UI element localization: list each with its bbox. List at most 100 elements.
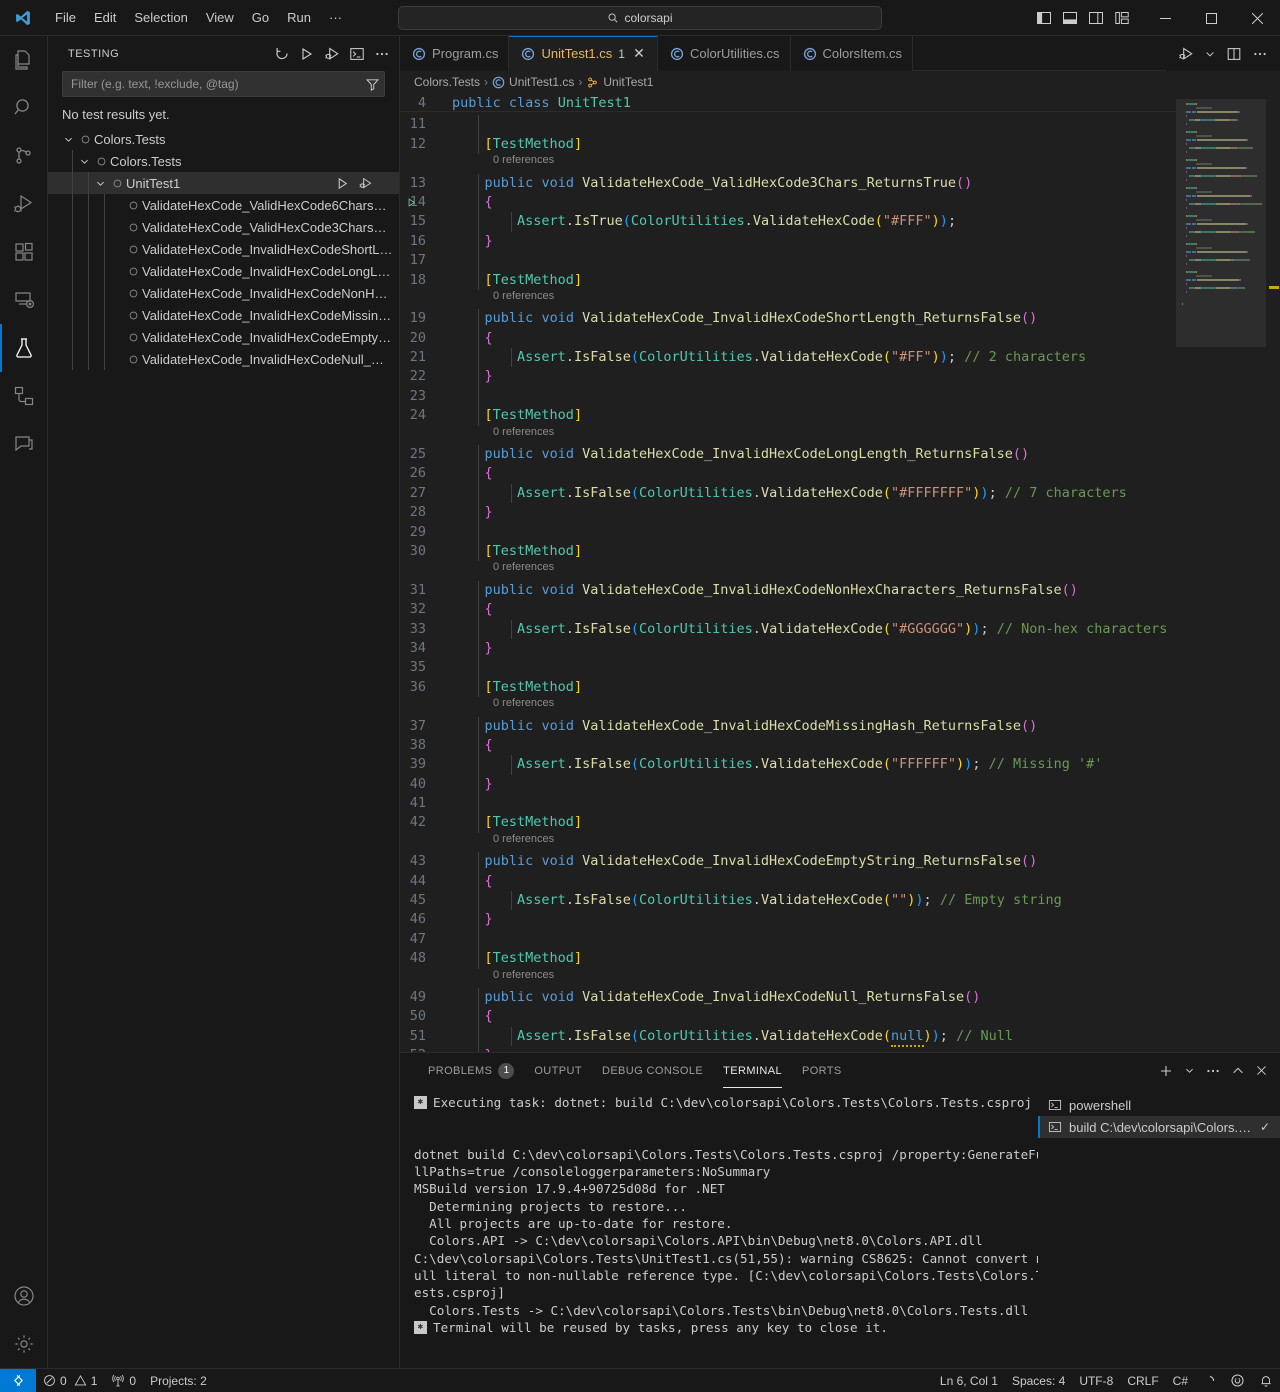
code-line[interactable]: 34 } bbox=[400, 638, 1176, 659]
code-line[interactable]: 47 bbox=[400, 929, 1176, 950]
window-close-button[interactable] bbox=[1234, 0, 1280, 36]
code-line[interactable]: 43 public void ValidateHexCode_InvalidHe… bbox=[400, 852, 1176, 872]
code-line[interactable]: 31 public void ValidateHexCode_InvalidHe… bbox=[400, 580, 1176, 601]
menu-edit[interactable]: Edit bbox=[85, 6, 125, 30]
activitybar-item-testing[interactable] bbox=[0, 324, 48, 372]
close-icon[interactable] bbox=[1255, 1064, 1268, 1077]
test-tree-item[interactable]: ValidateHexCode_InvalidHexCodeEmptyStrin… bbox=[48, 326, 399, 348]
run-test-glyph-icon[interactable] bbox=[406, 197, 417, 208]
chevron-up-icon[interactable] bbox=[1231, 1064, 1245, 1078]
refresh-icon[interactable] bbox=[271, 43, 293, 65]
code-lines[interactable]: 11 12 [TestMethod] 0 references 13 public v… bbox=[400, 112, 1176, 1052]
activitybar-item-remote-explorer[interactable] bbox=[0, 276, 48, 324]
toggle-secondary-sidebar-icon[interactable] bbox=[1088, 10, 1104, 26]
panel-tab[interactable]: Debug Console bbox=[592, 1053, 713, 1088]
activitybar-item-run-and-debug[interactable] bbox=[0, 180, 48, 228]
test-tree-item[interactable]: ValidateHexCode_InvalidHexCodeNull_Retur… bbox=[48, 348, 399, 370]
ellipsis-icon[interactable] bbox=[371, 43, 393, 65]
code-line[interactable]: 32 { bbox=[400, 600, 1176, 620]
remote-indicator-icon[interactable] bbox=[0, 1368, 36, 1392]
codelens-references[interactable]: 0 references bbox=[400, 969, 1176, 988]
run-all-icon[interactable] bbox=[296, 43, 318, 65]
terminal-output[interactable]: ✱ Executing task: dotnet: build C:\dev\co… bbox=[400, 1088, 1038, 1368]
code-line[interactable]: 37 public void ValidateHexCode_InvalidHe… bbox=[400, 716, 1176, 736]
filter-icon[interactable] bbox=[365, 77, 380, 92]
code-line[interactable]: 30 [TestMethod] bbox=[400, 541, 1176, 562]
code-line[interactable]: 14 { bbox=[400, 192, 1176, 213]
menu-more[interactable]: ··· bbox=[320, 6, 351, 30]
activitybar-item-manage[interactable] bbox=[0, 1320, 48, 1368]
window-maximize-button[interactable] bbox=[1188, 0, 1234, 36]
status-editor-indentation[interactable]: Spaces: 4 bbox=[1005, 1369, 1072, 1392]
editor-tab[interactable]: ColorsItem.cs bbox=[790, 36, 914, 71]
split-editor-icon[interactable] bbox=[1226, 46, 1242, 62]
toggle-primary-sidebar-icon[interactable] bbox=[1036, 10, 1052, 26]
code-line[interactable]: 25 public void ValidateHexCode_InvalidHe… bbox=[400, 445, 1176, 465]
test-tree-item[interactable]: ValidateHexCode_InvalidHexCodeNonHexCha.… bbox=[48, 282, 399, 304]
command-center-search[interactable]: colorsapi bbox=[398, 5, 882, 30]
code-line[interactable]: 41 bbox=[400, 794, 1176, 814]
test-tree-item[interactable]: Colors.Tests bbox=[48, 150, 399, 172]
terminal-tab[interactable]: build C:\dev\colorsapi\Colors.Tes... ✓ bbox=[1038, 1116, 1280, 1138]
code-line[interactable]: 44 { bbox=[400, 871, 1176, 892]
status-projects[interactable]: Projects: 2 bbox=[143, 1369, 214, 1392]
test-tree-item[interactable]: ValidateHexCode_ValidHexCode3Chars_Retur… bbox=[48, 216, 399, 238]
breadcrumb-item-0[interactable]: Colors.Tests bbox=[414, 75, 480, 89]
code-line[interactable]: 46 } bbox=[400, 910, 1176, 930]
code-line[interactable]: 17 bbox=[400, 251, 1176, 271]
status-ports[interactable]: 0 bbox=[104, 1369, 143, 1392]
status-copilot-icon[interactable] bbox=[1223, 1369, 1252, 1392]
activitybar-item-chat[interactable] bbox=[0, 420, 48, 468]
activitybar-item-extensions[interactable] bbox=[0, 228, 48, 276]
code-line[interactable]: 28 } bbox=[400, 503, 1176, 523]
codelens-references[interactable]: 0 references bbox=[400, 561, 1176, 580]
code-line[interactable]: 45 Assert.IsFalse(ColorUtilities.Validat… bbox=[400, 891, 1176, 911]
activitybar-item-source-control[interactable] bbox=[0, 132, 48, 180]
codelens-references[interactable]: 0 references bbox=[400, 290, 1176, 309]
activitybar-item-solution-explorer[interactable] bbox=[0, 372, 48, 420]
code-line[interactable]: 11 bbox=[400, 115, 1176, 135]
code-line[interactable]: 35 bbox=[400, 658, 1176, 678]
code-line[interactable]: 23 bbox=[400, 386, 1176, 407]
code-line[interactable]: 24 [TestMethod] bbox=[400, 406, 1176, 426]
codelens-references[interactable]: 0 references bbox=[400, 697, 1176, 716]
code-line[interactable]: 18 [TestMethod] bbox=[400, 270, 1176, 290]
code-line[interactable]: 22 } bbox=[400, 367, 1176, 387]
menu-file[interactable]: File bbox=[46, 6, 85, 30]
close-icon[interactable]: ✕ bbox=[631, 45, 647, 62]
code-line[interactable]: 27 Assert.IsFalse(ColorUtilities.Validat… bbox=[400, 483, 1176, 504]
code-line[interactable]: 15 Assert.IsTrue(ColorUtilities.Validate… bbox=[400, 212, 1176, 232]
editor-tab[interactable]: Program.cs bbox=[400, 36, 510, 71]
chevron-down-icon[interactable] bbox=[76, 156, 92, 167]
test-tree-item[interactable]: UnitTest1 bbox=[48, 172, 399, 194]
status-editor-encoding[interactable]: UTF-8 bbox=[1072, 1369, 1120, 1392]
debug-test-icon[interactable] bbox=[358, 176, 373, 191]
editor-tab[interactable]: UnitTest1.cs 1 ✕ bbox=[509, 36, 658, 71]
status-notifications-icon[interactable] bbox=[1252, 1369, 1280, 1392]
code-line[interactable]: 12 [TestMethod] bbox=[400, 134, 1176, 155]
code-line[interactable]: 50 { bbox=[400, 1007, 1176, 1027]
status-editor-language[interactable]: C# bbox=[1166, 1369, 1195, 1392]
test-tree-item[interactable]: ValidateHexCode_ValidHexCode6Chars_Retur… bbox=[48, 194, 399, 216]
test-tree-item[interactable]: ValidateHexCode_InvalidHexCodeMissingHas… bbox=[48, 304, 399, 326]
terminal-tab[interactable]: powershell bbox=[1038, 1094, 1280, 1116]
code-editor[interactable]: 4 public class UnitTest1 11 12 [TestMethod… bbox=[400, 93, 1280, 1052]
codelens-references[interactable]: 0 references bbox=[400, 426, 1176, 445]
menu-selection[interactable]: Selection bbox=[125, 6, 196, 30]
minimap[interactable] bbox=[1176, 93, 1280, 1052]
menu-go[interactable]: Go bbox=[243, 6, 278, 30]
code-line[interactable]: 19 public void ValidateHexCode_InvalidHe… bbox=[400, 309, 1176, 329]
menu-run[interactable]: Run bbox=[278, 6, 320, 30]
code-line[interactable]: 16 } bbox=[400, 231, 1176, 252]
panel-tab[interactable]: Output bbox=[524, 1053, 592, 1088]
minimap-slider[interactable] bbox=[1176, 99, 1266, 347]
breadcrumb-item-2[interactable]: UnitTest1 bbox=[586, 75, 653, 89]
chevron-down-icon[interactable] bbox=[1184, 1065, 1195, 1076]
breadcrumb-item-1[interactable]: UnitTest1.cs bbox=[492, 75, 574, 89]
panel-tab[interactable]: Ports bbox=[792, 1053, 852, 1088]
sticky-scroll-line[interactable]: 4 public class UnitTest1 bbox=[400, 93, 1176, 113]
status-problems[interactable]: 0 1 bbox=[36, 1369, 104, 1392]
panel-tab[interactable]: Problems 1 bbox=[418, 1053, 524, 1088]
panel-tab[interactable]: Terminal bbox=[713, 1053, 792, 1088]
chevron-down-icon[interactable] bbox=[92, 178, 108, 189]
